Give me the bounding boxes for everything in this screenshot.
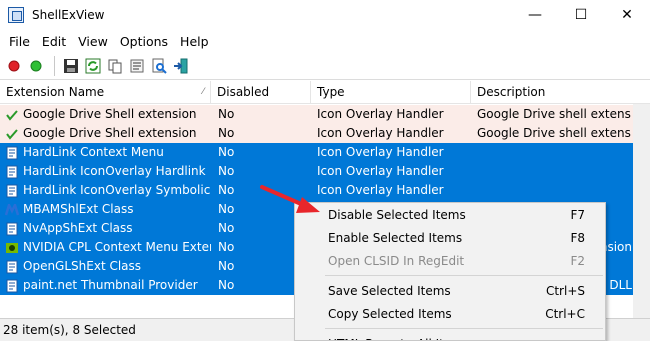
doc-icon (5, 146, 19, 160)
context-item-shortcut: F8 (570, 230, 585, 245)
minimize-button[interactable]: — (512, 0, 558, 30)
doc-icon (5, 279, 19, 293)
red-arrow-icon (260, 185, 320, 213)
extension-name: Google Drive Shell extension (23, 126, 197, 140)
context-item-html-report-all-items[interactable]: HTML Report - All Items (295, 332, 605, 341)
doc-icon (5, 184, 19, 198)
context-menu: Disable Selected Items F7 Enable Selected … (294, 202, 606, 341)
extension-name: paint.net Thumbnail Provider (23, 278, 198, 292)
maximize-button[interactable]: ☐ (558, 0, 604, 30)
sort-arrow-icon: ⁄ (202, 87, 204, 97)
doc-icon (5, 165, 19, 179)
table-header: Extension Name ⁄ Disabled Type Descriptio… (0, 81, 650, 104)
app-icon (8, 7, 24, 23)
nvidia-icon (5, 241, 19, 255)
type-value: Icon Overlay Handler (317, 164, 444, 178)
menu-options[interactable]: Options (114, 34, 174, 49)
col-disabled[interactable]: Disabled (211, 81, 311, 104)
doc-icon (5, 222, 19, 236)
description-value: Google Drive shell extension (477, 126, 631, 140)
table-row[interactable]: Google Drive Shell extension No Icon Overl… (0, 124, 650, 143)
menu-view[interactable]: View (72, 34, 114, 49)
menu-bar: File Edit View Options Help (0, 30, 650, 52)
check-icon (5, 108, 19, 122)
context-item-disable-selected-items[interactable]: Disable Selected Items F7 (295, 203, 605, 226)
disabled-value: No (218, 107, 235, 121)
enable-green-icon[interactable] (26, 56, 46, 76)
context-item-label: HTML Report - All Items (328, 337, 469, 341)
context-item-shortcut: F7 (570, 207, 585, 222)
exit-icon[interactable] (171, 56, 191, 76)
table-row[interactable]: HardLink Context Menu No Icon Overlay Hand… (0, 143, 650, 162)
context-item-label: Open CLSID In RegEdit (328, 253, 465, 268)
type-value: Icon Overlay Handler (317, 107, 444, 121)
context-item-enable-selected-items[interactable]: Enable Selected Items F8 (295, 226, 605, 249)
description-value (471, 162, 631, 181)
col-type[interactable]: Type (311, 81, 471, 104)
save-icon[interactable] (61, 56, 81, 76)
menu-help[interactable]: Help (174, 34, 215, 49)
table-row[interactable]: Google Drive Shell extension No Icon Overl… (0, 105, 650, 124)
type-value: Icon Overlay Handler (317, 145, 444, 159)
context-item-shortcut: F2 (570, 253, 585, 268)
window-title: ShellExView (32, 8, 105, 22)
menu-separator (325, 275, 603, 276)
col-description[interactable]: Description (471, 81, 650, 104)
context-item-label: Enable Selected Items (328, 230, 463, 245)
col-extension-name[interactable]: Extension Name ⁄ (0, 81, 211, 104)
extension-name: Google Drive Shell extension (23, 107, 197, 121)
vertical-scrollbar[interactable] (633, 104, 650, 318)
extension-name: NVIDIA CPL Context Menu Exten... (23, 240, 211, 254)
menu-file[interactable]: File (3, 34, 36, 49)
doc-icon (5, 260, 19, 274)
description-value (471, 143, 631, 162)
extension-name: NvAppShExt Class (23, 221, 133, 235)
check-icon (5, 127, 19, 141)
extension-name: HardLink Context Menu (23, 145, 164, 159)
description-value: Google Drive shell extension (477, 107, 631, 121)
find-icon[interactable] (149, 56, 169, 76)
malwarebytes-icon (5, 203, 19, 217)
context-item-shortcut: Ctrl+S (545, 283, 585, 298)
disabled-value: No (218, 145, 235, 159)
description-value (471, 181, 631, 200)
context-item-label: Copy Selected Items (328, 306, 452, 321)
close-button[interactable]: ✕ (604, 0, 650, 30)
context-item-shortcut: Ctrl+C (545, 306, 585, 321)
copy-icon[interactable] (105, 56, 125, 76)
properties-icon[interactable] (127, 56, 147, 76)
disable-red-icon[interactable] (4, 56, 24, 76)
context-item-copy-selected-items[interactable]: Copy Selected Items Ctrl+C (295, 302, 605, 325)
extension-name: HardLink IconOverlay Hardlink (23, 164, 206, 178)
extension-name: MBAMShlExt Class (23, 202, 134, 216)
menu-edit[interactable]: Edit (36, 34, 72, 49)
context-item-label: Disable Selected Items (328, 207, 466, 222)
refresh-icon[interactable] (83, 56, 103, 76)
context-item-label: Save Selected Items (328, 283, 451, 298)
toolbar (0, 52, 650, 80)
menu-separator (325, 328, 603, 329)
extension-name: OpenGLShExt Class (23, 259, 142, 273)
context-item-open-clsid-in-regedit: Open CLSID In RegEdit F2 (295, 249, 605, 272)
type-value: Icon Overlay Handler (317, 126, 444, 140)
table-row[interactable]: HardLink IconOverlay Hardlink No Icon Over… (0, 162, 650, 181)
context-item-save-selected-items[interactable]: Save Selected Items Ctrl+S (295, 279, 605, 302)
title-bar: ShellExView — ☐ ✕ (0, 0, 650, 30)
disabled-value: No (218, 126, 235, 140)
extension-name: HardLink IconOverlay SymbolicLi... (23, 183, 211, 197)
disabled-value: No (218, 164, 235, 178)
